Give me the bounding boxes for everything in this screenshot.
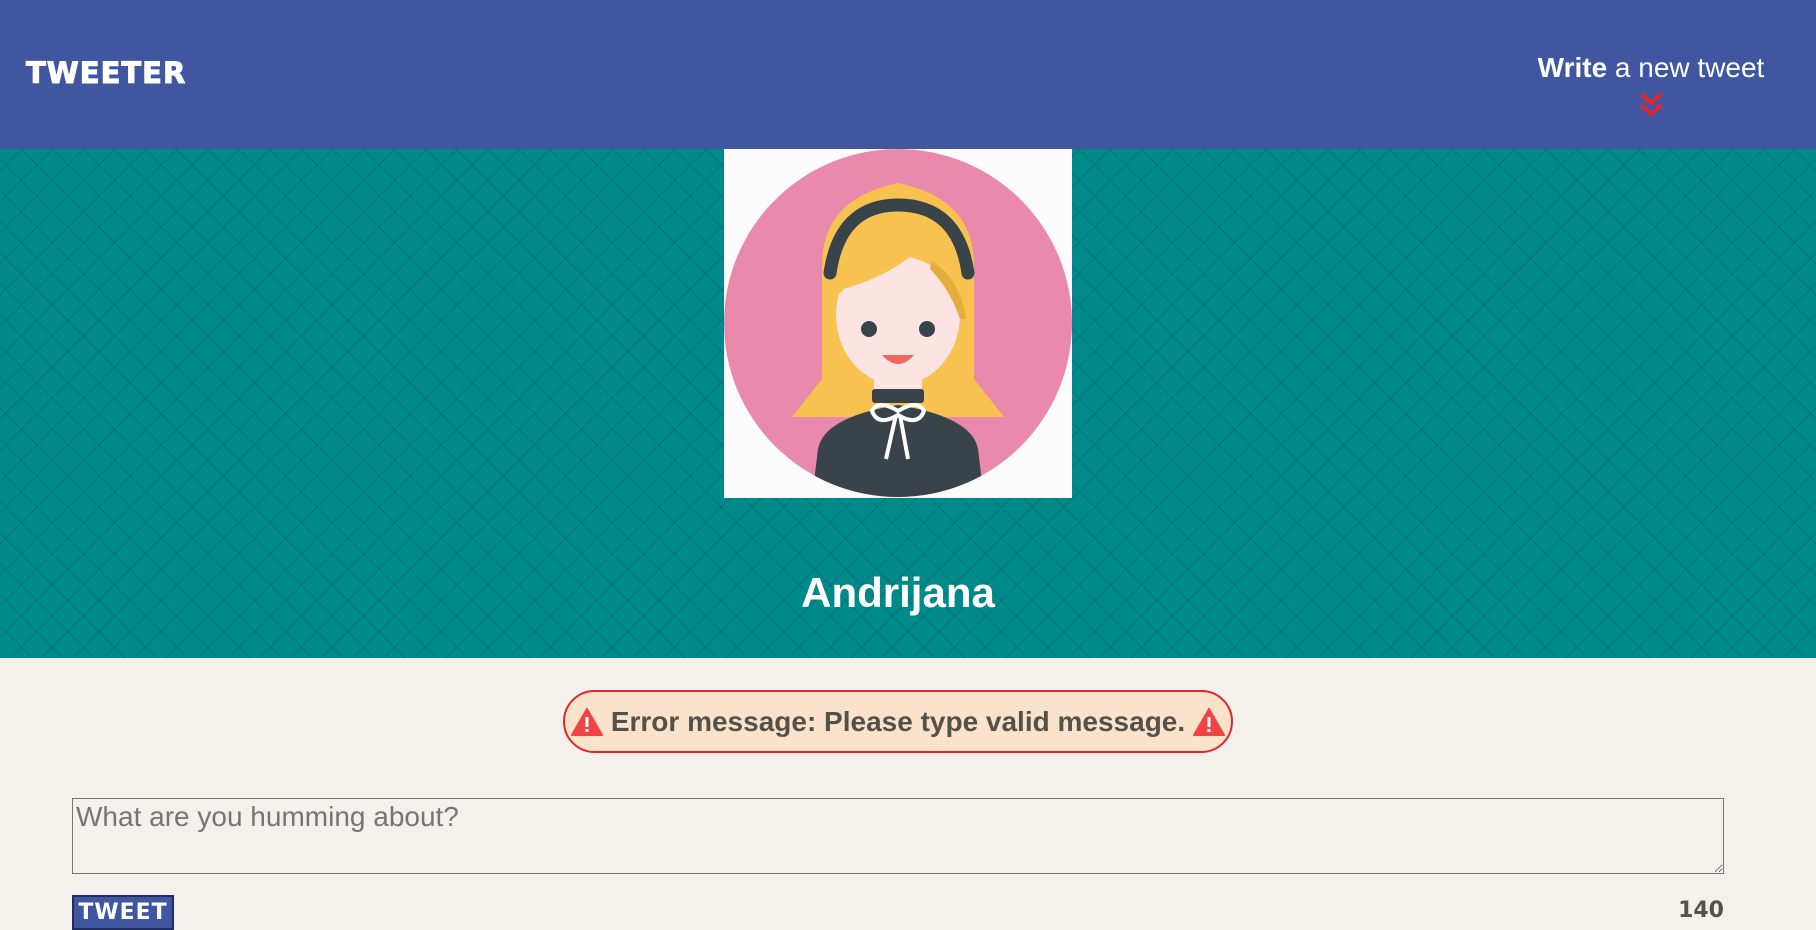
profile-header: Andrijana [0, 149, 1816, 658]
profile-name: Andrijana [801, 569, 995, 616]
compose-link-strong: Write [1537, 52, 1608, 83]
double-chevron-down-icon[interactable] [1636, 90, 1666, 120]
error-message: Error message: Please type valid message… [563, 690, 1233, 753]
tweet-button[interactable]: TWEET [72, 895, 174, 930]
brand-logo[interactable]: TWEETER [25, 56, 186, 91]
character-counter: 140 [1678, 898, 1724, 923]
warning-icon [570, 707, 603, 736]
compose-link-text: a new tweet [1607, 52, 1765, 83]
girl-avatar-icon [724, 149, 1072, 497]
warning-icon [1193, 707, 1226, 736]
error-text: Error message: Please type valid message… [610, 705, 1186, 737]
top-nav: TWEETER Write a new tweet [0, 0, 1816, 149]
avatar [724, 149, 1072, 498]
write-new-tweet-link[interactable]: Write a new tweet [1531, 52, 1771, 120]
tweet-textarea[interactable] [72, 798, 1724, 874]
